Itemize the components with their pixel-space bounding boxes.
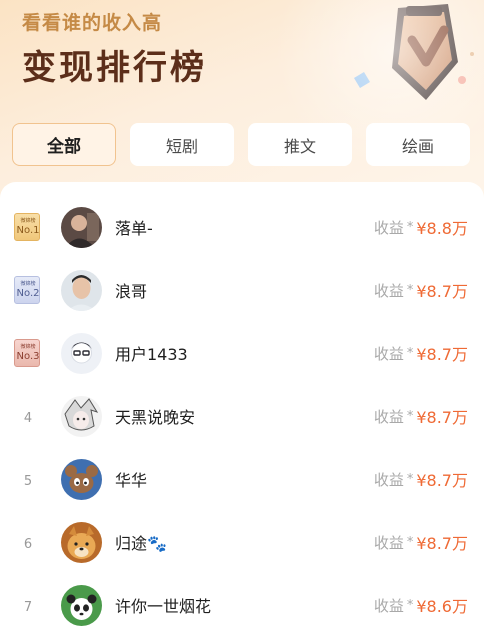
earnings-separator: * xyxy=(406,282,414,298)
earnings-label: 收益 xyxy=(373,281,404,300)
list-item[interactable]: 微锦榜 No.1 落单- 收益 * ¥8.8万 xyxy=(0,197,484,257)
tab-painting[interactable]: 绘画 xyxy=(366,123,470,166)
earnings-separator: * xyxy=(406,597,414,613)
page-subtitle: 看看谁的收入高 xyxy=(22,12,163,34)
earnings-label: 收益 xyxy=(373,596,404,615)
tab-all[interactable]: 全部 xyxy=(12,123,116,166)
rank-medal: 微锦榜 No.1 xyxy=(14,213,42,241)
medal-caption: 微锦榜 xyxy=(20,218,36,224)
category-tabs: 全部 短剧 推文 绘画 xyxy=(12,123,472,167)
earnings-separator: * xyxy=(406,219,414,235)
list-item[interactable]: 6 归途🐾 收益 * ¥8.7万 xyxy=(0,512,484,572)
medal-number: No.3 xyxy=(16,351,40,362)
earnings: 收益 * ¥8.7万 xyxy=(374,530,468,554)
earnings-amount: ¥8.7万 xyxy=(416,534,468,553)
earnings-amount: ¥8.7万 xyxy=(416,408,468,427)
medal-caption: 微锦榜 xyxy=(20,281,36,287)
rank-medal: 微锦榜 No.3 xyxy=(14,339,42,367)
earnings: 收益 * ¥8.6万 xyxy=(374,593,468,617)
medal-number: No.1 xyxy=(16,225,40,236)
rank-number-cell: 7 xyxy=(14,596,42,615)
earnings-label: 收益 xyxy=(373,407,404,426)
earnings-label: 收益 xyxy=(373,533,404,552)
earnings-label: 收益 xyxy=(373,344,404,363)
tab-short-drama[interactable]: 短剧 xyxy=(130,123,234,166)
user-name: 归途🐾 xyxy=(115,534,167,553)
earnings: 收益 * ¥8.7万 xyxy=(374,341,468,365)
trophy-badge-icon xyxy=(354,4,474,100)
earnings-amount: ¥8.6万 xyxy=(416,597,468,616)
earnings-label: 收益 xyxy=(373,218,404,237)
list-item[interactable]: 4 天黑说晚安 收益 * ¥8.7万 xyxy=(0,386,484,446)
list-item[interactable]: 5 华华 收益 * ¥8.7万 xyxy=(0,449,484,509)
earnings-separator: * xyxy=(406,408,414,424)
user-name: 华华 xyxy=(115,471,148,490)
rank-number: 7 xyxy=(23,599,33,615)
earnings-label: 收益 xyxy=(373,470,404,489)
list-item[interactable]: 微锦榜 No.3 用户1433 收益 * ¥8.7万 xyxy=(0,323,484,383)
earnings-separator: * xyxy=(406,345,414,361)
medal-number: No.2 xyxy=(16,288,40,299)
earnings-separator: * xyxy=(406,534,414,550)
rank-number-cell: 5 xyxy=(14,470,42,489)
rank-number: 6 xyxy=(23,536,33,552)
rank-medal: 微锦榜 No.2 xyxy=(14,276,42,304)
page-title: 变现排行榜 xyxy=(22,48,207,88)
avatar[interactable] xyxy=(61,458,102,500)
earnings: 收益 * ¥8.7万 xyxy=(374,404,468,428)
earnings: 收益 * ¥8.7万 xyxy=(374,467,468,491)
user-name: 浪哥 xyxy=(115,282,148,301)
bronze-medal-icon: 微锦榜 No.3 xyxy=(14,339,40,367)
earnings-amount: ¥8.7万 xyxy=(416,471,468,490)
avatar[interactable] xyxy=(61,206,102,248)
avatar[interactable] xyxy=(61,269,102,311)
rank-number: 5 xyxy=(23,473,33,489)
list-item[interactable]: 7 许你一世烟花 收益 * ¥8.6万 xyxy=(0,575,484,630)
header-banner: 看看谁的收入高 变现排行榜 xyxy=(0,0,484,200)
rank-number-cell: 4 xyxy=(14,407,42,426)
gold-medal-icon: 微锦榜 No.1 xyxy=(14,213,40,241)
earnings-amount: ¥8.7万 xyxy=(416,345,468,364)
user-name: 许你一世烟花 xyxy=(115,597,212,616)
user-name: 天黑说晚安 xyxy=(115,408,196,427)
silver-medal-icon: 微锦榜 No.2 xyxy=(14,276,40,304)
avatar[interactable] xyxy=(61,521,102,563)
earnings-amount: ¥8.7万 xyxy=(416,282,468,301)
list-item[interactable]: 微锦榜 No.2 浪哥 收益 * ¥8.7万 xyxy=(0,260,484,320)
avatar[interactable] xyxy=(61,395,102,437)
rank-number-cell: 6 xyxy=(14,533,42,552)
medal-caption: 微锦榜 xyxy=(20,344,36,350)
ranking-list: 微锦榜 No.1 落单- 收益 * ¥8.8万 微锦榜 No.2 浪哥 收益 *… xyxy=(0,182,484,630)
earnings-separator: * xyxy=(406,471,414,487)
rank-number: 4 xyxy=(23,410,33,426)
user-name: 用户1433 xyxy=(115,345,188,364)
avatar[interactable] xyxy=(61,584,102,626)
earnings: 收益 * ¥8.7万 xyxy=(374,278,468,302)
earnings-amount: ¥8.8万 xyxy=(416,219,468,238)
avatar[interactable] xyxy=(61,332,102,374)
tab-promo-text[interactable]: 推文 xyxy=(248,123,352,166)
earnings: 收益 * ¥8.8万 xyxy=(374,215,468,239)
user-name: 落单- xyxy=(115,219,153,238)
